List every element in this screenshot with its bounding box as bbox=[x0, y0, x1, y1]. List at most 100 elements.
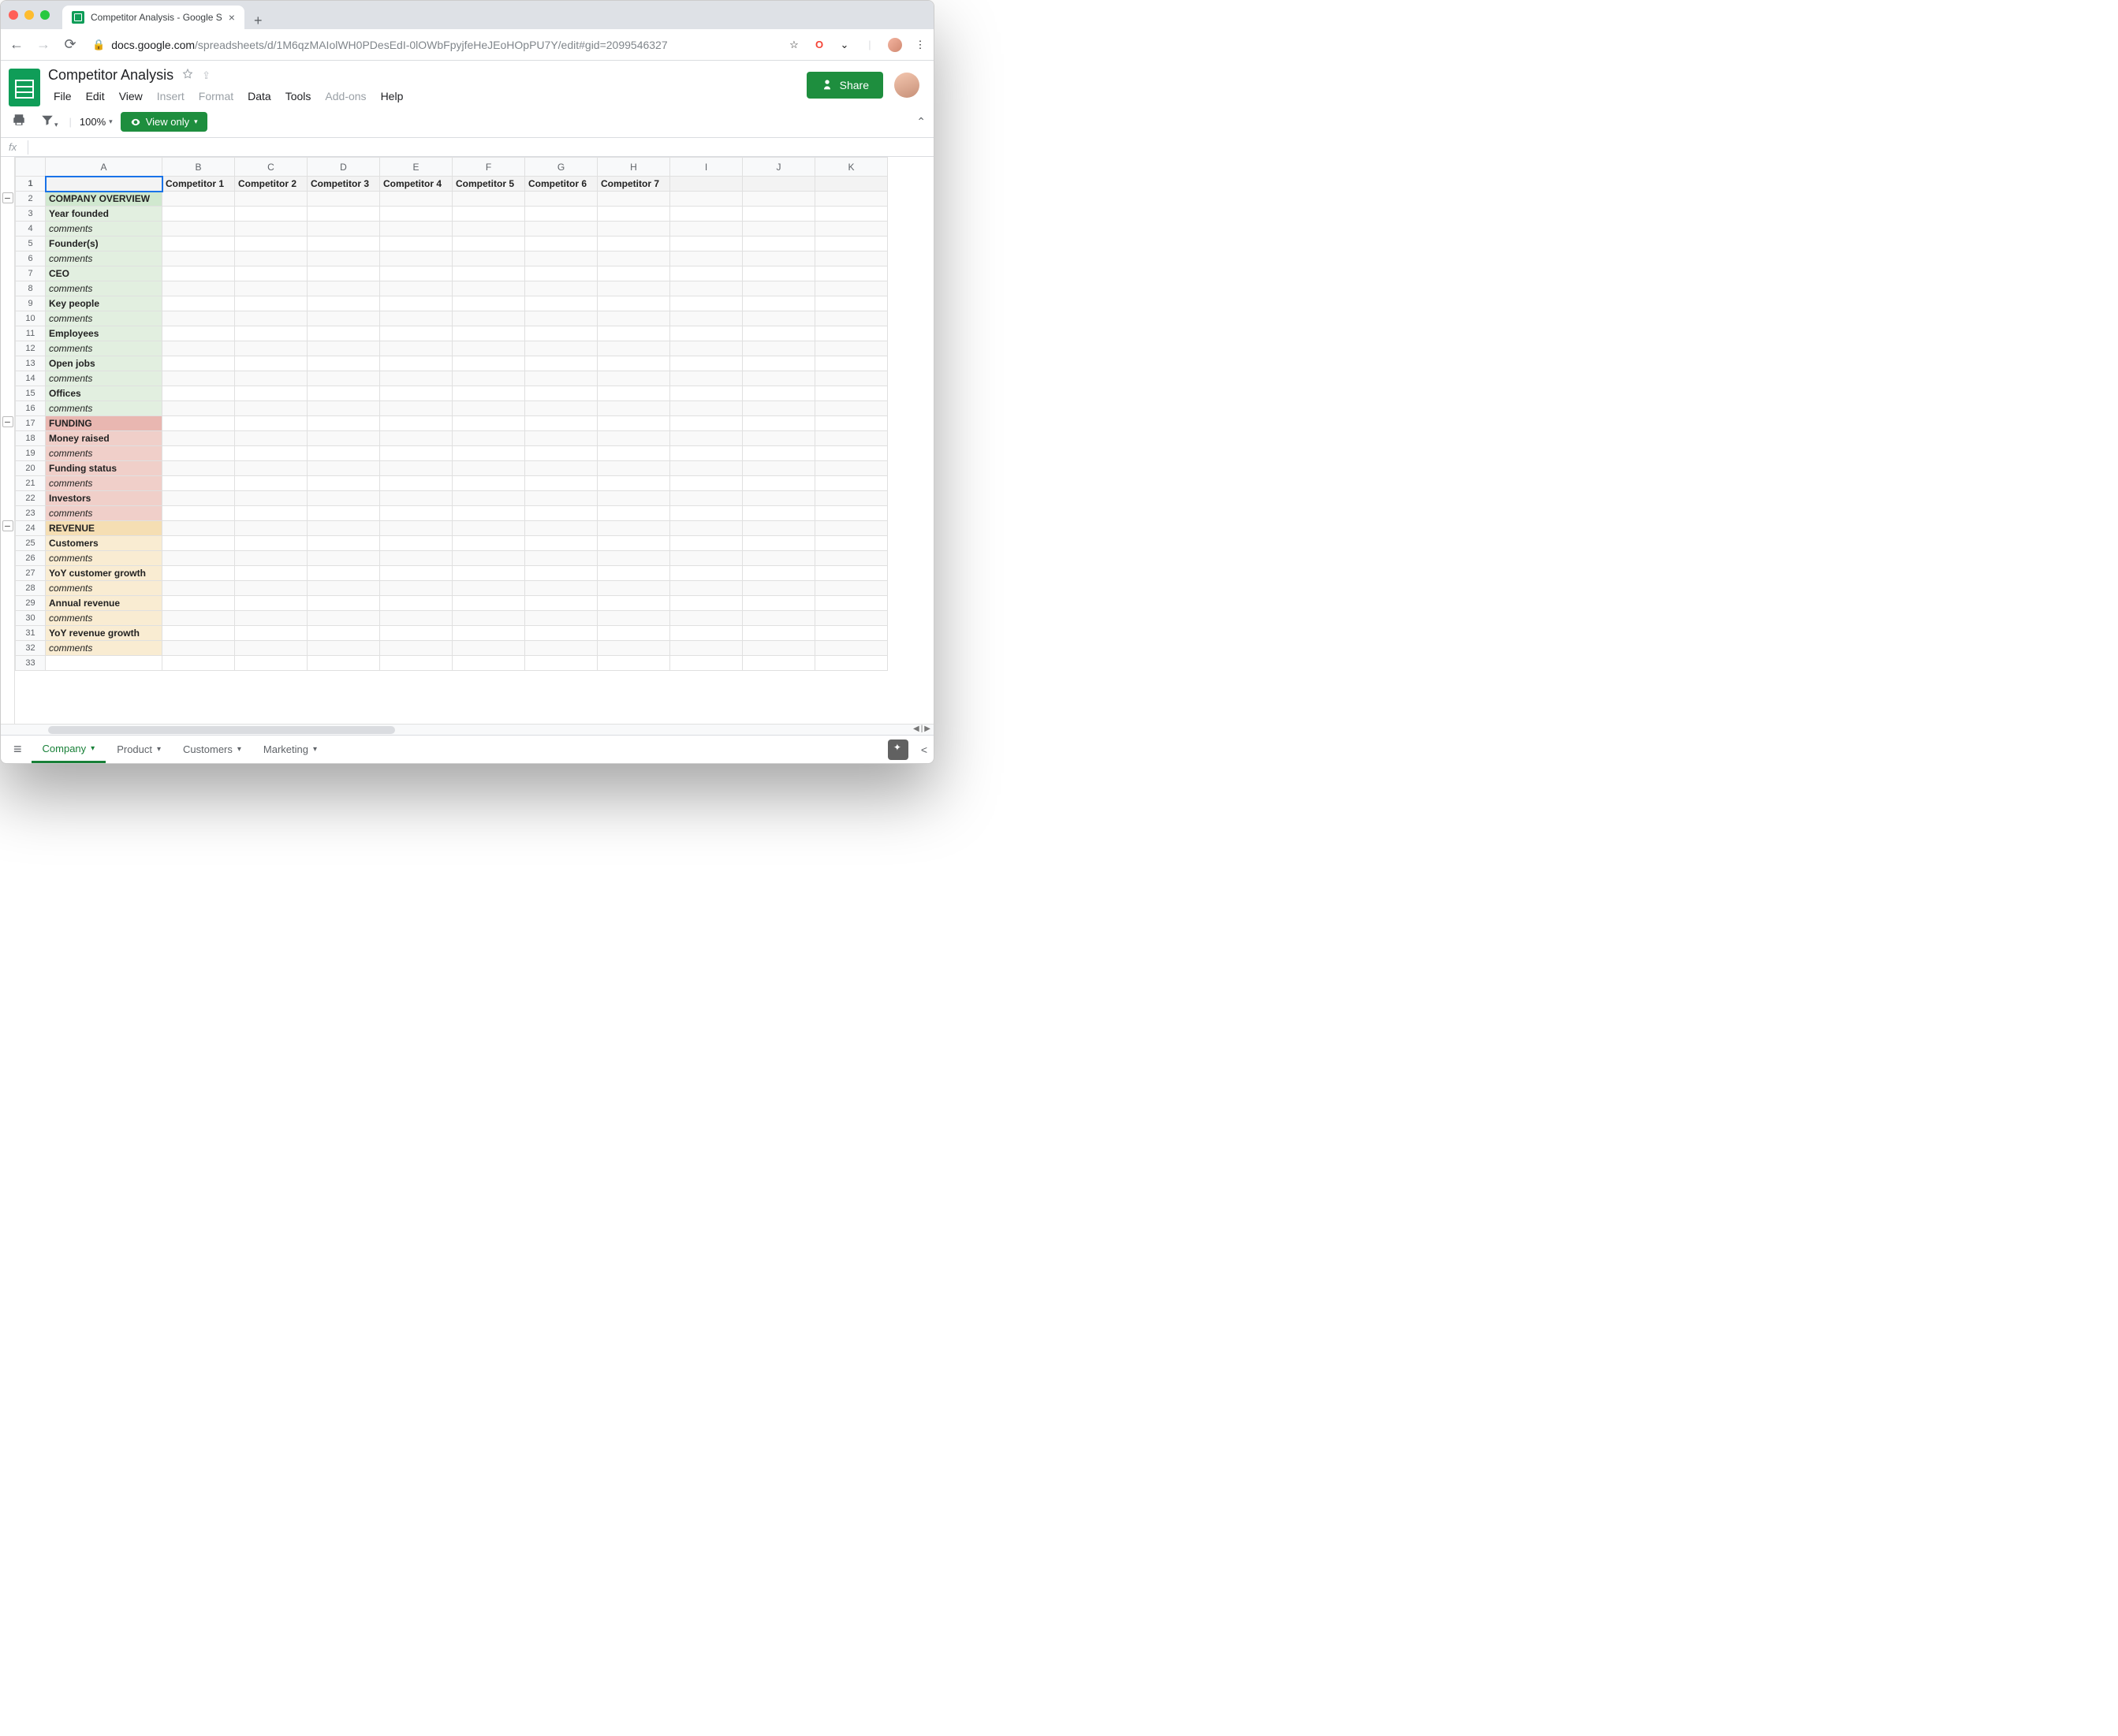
cell[interactable] bbox=[308, 551, 380, 566]
cell[interactable] bbox=[743, 311, 815, 326]
cell[interactable] bbox=[308, 341, 380, 356]
cell[interactable] bbox=[670, 296, 743, 311]
cell[interactable] bbox=[525, 237, 598, 251]
cell[interactable] bbox=[308, 296, 380, 311]
cell[interactable] bbox=[453, 371, 525, 386]
column-headers[interactable]: ABCDEFGHIJK bbox=[16, 158, 888, 177]
cell[interactable]: comments bbox=[46, 371, 162, 386]
cell[interactable] bbox=[235, 596, 308, 611]
cell[interactable] bbox=[598, 536, 670, 551]
row-number[interactable]: 31 bbox=[16, 626, 46, 641]
cell[interactable] bbox=[453, 626, 525, 641]
sheet-table[interactable]: ABCDEFGHIJK 1Competitor 1Competitor 2Com… bbox=[15, 157, 888, 671]
cell[interactable] bbox=[670, 566, 743, 581]
cell[interactable] bbox=[453, 401, 525, 416]
cell[interactable] bbox=[815, 431, 888, 446]
col-header[interactable]: C bbox=[235, 158, 308, 177]
col-header[interactable]: F bbox=[453, 158, 525, 177]
cell[interactable] bbox=[815, 386, 888, 401]
row-number[interactable]: 24 bbox=[16, 521, 46, 536]
cell[interactable] bbox=[670, 581, 743, 596]
cell[interactable] bbox=[525, 506, 598, 521]
cell[interactable] bbox=[525, 566, 598, 581]
cell[interactable] bbox=[162, 611, 235, 626]
formula-bar[interactable]: fx bbox=[1, 138, 934, 157]
cell[interactable] bbox=[815, 596, 888, 611]
menu-help[interactable]: Help bbox=[375, 87, 409, 106]
browser-menu-icon[interactable]: ⋮ bbox=[913, 38, 927, 52]
cell[interactable] bbox=[743, 281, 815, 296]
cell[interactable] bbox=[308, 641, 380, 656]
row-number[interactable]: 3 bbox=[16, 207, 46, 222]
menu-data[interactable]: Data bbox=[242, 87, 277, 106]
cell[interactable] bbox=[453, 326, 525, 341]
cell[interactable] bbox=[308, 251, 380, 266]
cell[interactable] bbox=[380, 222, 453, 237]
spreadsheet-grid[interactable]: −−− ABCDEFGHIJK 1Competitor 1Competitor … bbox=[1, 157, 934, 724]
row-group-toggle[interactable]: − bbox=[2, 192, 13, 203]
sheet-tab-marketing[interactable]: Marketing▾ bbox=[252, 736, 328, 763]
cell[interactable] bbox=[598, 416, 670, 431]
cell[interactable] bbox=[670, 311, 743, 326]
cell[interactable] bbox=[380, 611, 453, 626]
cell[interactable] bbox=[235, 311, 308, 326]
cell[interactable] bbox=[162, 207, 235, 222]
cell[interactable] bbox=[670, 596, 743, 611]
cell[interactable] bbox=[308, 581, 380, 596]
cell[interactable] bbox=[598, 266, 670, 281]
browser-tab[interactable]: Competitor Analysis - Google S × bbox=[62, 6, 244, 29]
cell[interactable] bbox=[525, 251, 598, 266]
row-number[interactable]: 9 bbox=[16, 296, 46, 311]
row-number[interactable]: 10 bbox=[16, 311, 46, 326]
row-number[interactable]: 7 bbox=[16, 266, 46, 281]
cell[interactable] bbox=[815, 251, 888, 266]
cell[interactable] bbox=[380, 371, 453, 386]
cell[interactable] bbox=[743, 641, 815, 656]
cell[interactable] bbox=[815, 281, 888, 296]
cell[interactable] bbox=[525, 551, 598, 566]
cell[interactable] bbox=[815, 491, 888, 506]
cell[interactable] bbox=[670, 476, 743, 491]
cell[interactable] bbox=[453, 356, 525, 371]
cell[interactable] bbox=[308, 431, 380, 446]
cell[interactable] bbox=[235, 296, 308, 311]
side-panel-toggle-icon[interactable]: < bbox=[921, 743, 927, 756]
cell[interactable] bbox=[815, 656, 888, 671]
sheet-tab-product[interactable]: Product▾ bbox=[106, 736, 172, 763]
cell[interactable] bbox=[815, 311, 888, 326]
row-number[interactable]: 15 bbox=[16, 386, 46, 401]
cell[interactable] bbox=[670, 207, 743, 222]
cell[interactable] bbox=[598, 192, 670, 207]
cell[interactable] bbox=[743, 192, 815, 207]
cell[interactable] bbox=[453, 311, 525, 326]
menu-edit[interactable]: Edit bbox=[80, 87, 110, 106]
cell[interactable] bbox=[453, 222, 525, 237]
cell[interactable] bbox=[453, 207, 525, 222]
col-header[interactable]: G bbox=[525, 158, 598, 177]
cell[interactable] bbox=[525, 461, 598, 476]
cell[interactable] bbox=[670, 656, 743, 671]
cell[interactable] bbox=[235, 266, 308, 281]
row-number[interactable]: 29 bbox=[16, 596, 46, 611]
cell[interactable] bbox=[235, 401, 308, 416]
cell[interactable] bbox=[815, 461, 888, 476]
cell[interactable]: Founder(s) bbox=[46, 237, 162, 251]
cell[interactable] bbox=[815, 177, 888, 192]
cell[interactable] bbox=[525, 656, 598, 671]
cell[interactable] bbox=[162, 296, 235, 311]
cell[interactable] bbox=[453, 446, 525, 461]
collapse-toolbar-icon[interactable]: ⌃ bbox=[916, 115, 926, 129]
cell[interactable] bbox=[162, 386, 235, 401]
row-number[interactable]: 19 bbox=[16, 446, 46, 461]
cell[interactable]: Open jobs bbox=[46, 356, 162, 371]
maximize-window-button[interactable] bbox=[40, 10, 50, 20]
cell[interactable] bbox=[815, 641, 888, 656]
cell[interactable] bbox=[453, 251, 525, 266]
cell[interactable] bbox=[453, 266, 525, 281]
cell[interactable]: REVENUE bbox=[46, 521, 162, 536]
cell[interactable] bbox=[308, 281, 380, 296]
cell[interactable] bbox=[308, 491, 380, 506]
cell[interactable]: CEO bbox=[46, 266, 162, 281]
cell[interactable] bbox=[743, 596, 815, 611]
cell[interactable] bbox=[162, 641, 235, 656]
